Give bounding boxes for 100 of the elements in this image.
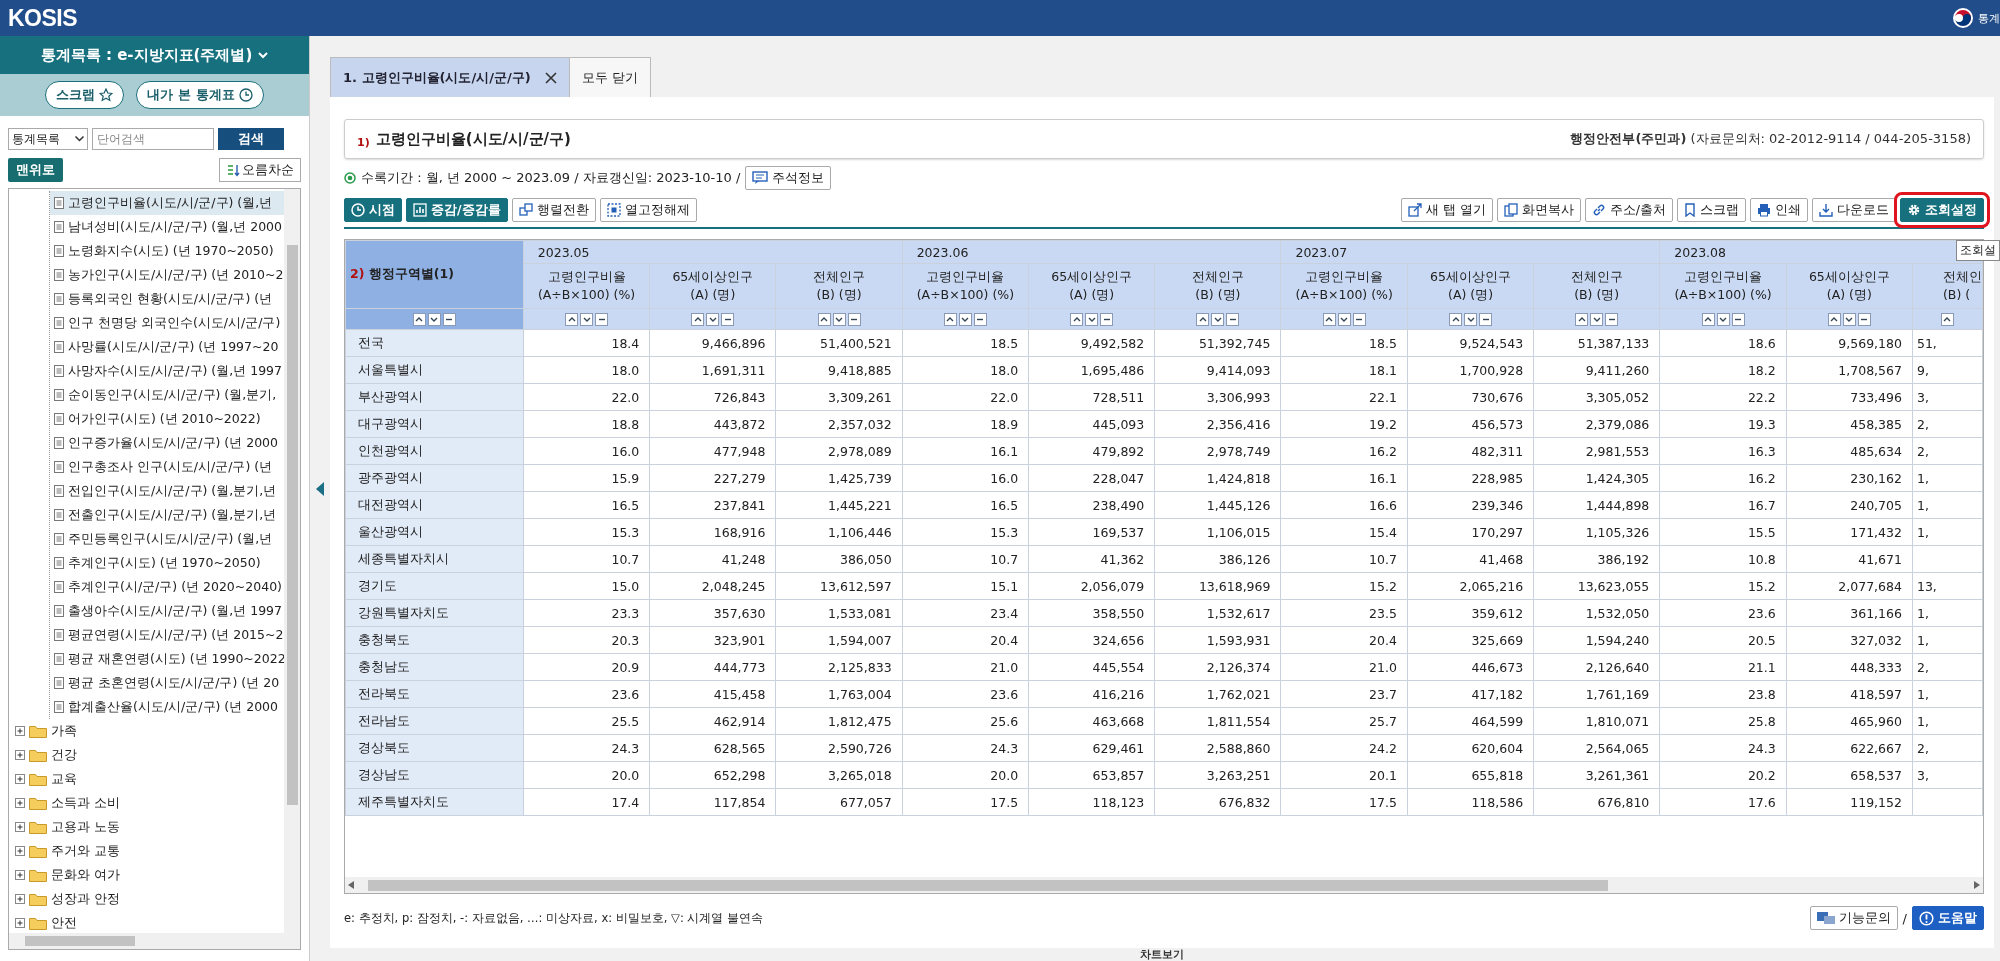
sort-down-button[interactable] — [1211, 312, 1225, 326]
sort-reset-button[interactable] — [1731, 312, 1745, 326]
tree-item[interactable]: 등록외국인 현황(시도/시/군/구) (년 — [50, 287, 284, 311]
search-field[interactable]: 단어검색 — [92, 128, 214, 150]
sort-reset-button[interactable] — [442, 312, 456, 326]
table-cell: 10.7 — [902, 545, 1029, 573]
tree-item[interactable]: 노령화지수(시도) (년 1970~2050) — [50, 239, 284, 263]
tree-item[interactable]: 인구증가율(시도/시/군/구) (년 2000 — [50, 431, 284, 455]
sort-up-button[interactable] — [1827, 312, 1841, 326]
sort-reset-button[interactable] — [595, 312, 609, 326]
tree-folder[interactable]: 소득과 소비 — [9, 791, 284, 815]
sort-down-button[interactable] — [1590, 312, 1604, 326]
sort-down-button[interactable] — [580, 312, 594, 326]
tree-item[interactable]: 합계출산율(시도/시/군/구) (년 2000 — [50, 695, 284, 719]
vertical-scrollbar[interactable] — [284, 189, 300, 933]
tree-folder[interactable]: 교육 — [9, 767, 284, 791]
toolbar-button[interactable]: 새 탭 열기 — [1400, 198, 1493, 222]
tree-item[interactable]: 어가인구(시도) (년 2010~2022) — [50, 407, 284, 431]
sort-reset-button[interactable] — [973, 312, 987, 326]
chart-toggle[interactable]: 차트보기 — [1140, 948, 1184, 961]
sort-up-button[interactable] — [1575, 312, 1589, 326]
tree-item[interactable]: 평균 초혼연령(시도/시/군/구) (년 20 — [50, 671, 284, 695]
sort-up-button[interactable] — [1070, 312, 1084, 326]
tree-item[interactable]: 주민등록인구(시도/시/군/구) (월,년 — [50, 527, 284, 551]
sort-down-button[interactable] — [427, 312, 441, 326]
sort-reset-button[interactable] — [1352, 312, 1366, 326]
tab[interactable]: 1. 고령인구비율(시도/시/군/구) — [330, 57, 570, 97]
tree-item[interactable]: 남녀성비(시도/시/군/구) (월,년 2000 — [50, 215, 284, 239]
sort-up-button[interactable] — [943, 312, 957, 326]
horizontal-scrollbar[interactable] — [9, 933, 300, 949]
horizontal-scrollbar[interactable] — [345, 877, 1983, 893]
sort-reset-button[interactable] — [1226, 312, 1240, 326]
tree-folder[interactable]: 주거와 교통 — [9, 839, 284, 863]
sort-down-button[interactable] — [958, 312, 972, 326]
tree-item[interactable]: 전입인구(시도/시/군/구) (월,분기,년 — [50, 479, 284, 503]
sort-up-button[interactable] — [412, 312, 426, 326]
toolbar-button[interactable]: 다운로드 — [1812, 198, 1896, 222]
toolbar-button[interactable]: 스크랩 — [1677, 198, 1746, 222]
sort-down-button[interactable] — [1716, 312, 1730, 326]
sort-up-button[interactable] — [1196, 312, 1210, 326]
notes-button[interactable]: 주석정보 — [745, 166, 832, 190]
tree-item[interactable]: 순이동인구(시도/시/군/구) (월,분기, — [50, 383, 284, 407]
toolbar-button[interactable]: 시점 — [344, 198, 402, 222]
sort-down-button[interactable] — [1842, 312, 1856, 326]
sort-up-button[interactable] — [1322, 312, 1336, 326]
inquiry-button[interactable]: 기능문의 — [1809, 906, 1898, 930]
tree-folder[interactable]: 문화와 여가 — [9, 863, 284, 887]
tree-item[interactable]: 고령인구비율(시도/시/군/구) (월,년 — [50, 191, 284, 215]
toolbar-button[interactable]: 열고정해제 — [599, 198, 697, 222]
sort-up-button[interactable] — [1701, 312, 1715, 326]
top-button[interactable]: 맨위로 — [8, 158, 63, 182]
toolbar-button[interactable]: 증감/증감률 — [406, 198, 508, 222]
tree-folder[interactable]: 안전 — [9, 911, 284, 933]
sort-reset-button[interactable] — [721, 312, 735, 326]
tree-folder[interactable]: 성장과 안정 — [9, 887, 284, 911]
search-button[interactable]: 검색 — [218, 128, 284, 150]
sort-up-button[interactable] — [1940, 312, 1954, 326]
table-cell: 18.4 — [523, 329, 650, 357]
tree-folder[interactable]: 고용과 노동 — [9, 815, 284, 839]
tree-item[interactable]: 추계인구(시도) (년 1970~2050) — [50, 551, 284, 575]
tree-item[interactable]: 인구 천명당 외국인수(시도/시/군/구) — [50, 311, 284, 335]
catalog-title[interactable]: 통계목록 : e-지방지표(주제별) — [40, 45, 253, 65]
tree-item[interactable]: 평균연령(시도/시/군/구) (년 2015~2 — [50, 623, 284, 647]
tree-folder[interactable]: 건강 — [9, 743, 284, 767]
tree-item[interactable]: 출생아수(시도/시/군/구) (월,년 1997 — [50, 599, 284, 623]
tree-item[interactable]: 평균 재혼연령(시도) (년 1990~2022 — [50, 647, 284, 671]
region-cell: 세종특별자치시 — [345, 545, 524, 573]
sort-down-button[interactable] — [1337, 312, 1351, 326]
toolbar-button[interactable]: 행렬전환 — [511, 198, 596, 222]
category-select[interactable]: 통계목록 — [8, 128, 88, 150]
toolbar-button[interactable]: 인쇄 — [1750, 198, 1808, 222]
sort-down-button[interactable] — [832, 312, 846, 326]
toolbar-button[interactable]: 화면복사 — [1496, 198, 1581, 222]
sort-up-button[interactable] — [1449, 312, 1462, 326]
sort-down-button[interactable] — [1464, 312, 1477, 326]
sort-down-button[interactable] — [706, 312, 720, 326]
sort-reset-button[interactable] — [847, 312, 861, 326]
toolbar-button[interactable]: 주소/출처 — [1584, 198, 1673, 222]
tree-folder[interactable]: 가족 — [9, 719, 284, 743]
tree-item[interactable]: 추계인구(시/군/구) (년 2020~2040) — [50, 575, 284, 599]
tree-item[interactable]: 사망률(시도/시/군/구) (년 1997~20 — [50, 335, 284, 359]
sort-up-button[interactable] — [565, 312, 579, 326]
sort-up-button[interactable] — [817, 312, 831, 326]
help-button[interactable]: 도움말 — [1912, 906, 1984, 930]
close-all-button[interactable]: 모두 닫기 — [569, 57, 651, 97]
tree-item[interactable]: 사망자수(시도/시/군/구) (월,년 1997 — [50, 359, 284, 383]
sort-reset-button[interactable] — [1479, 312, 1492, 326]
sidebar-button[interactable]: 내가 본 통계표 — [136, 81, 264, 109]
sort-button[interactable]: 오름차순 — [219, 158, 301, 182]
sort-reset-button[interactable] — [1100, 312, 1114, 326]
sort-reset-button[interactable] — [1857, 312, 1871, 326]
sort-down-button[interactable] — [1085, 312, 1099, 326]
sort-up-button[interactable] — [691, 312, 705, 326]
logo[interactable]: KOSIS — [8, 4, 78, 32]
row-header[interactable]: 2) 행정구역별(1) — [345, 240, 524, 309]
tree-item[interactable]: 인구총조사 인구(시도/시/군/구) (년 — [50, 455, 284, 479]
tree-item[interactable]: 농가인구(시도/시/군/구) (년 2010~2 — [50, 263, 284, 287]
tree-item[interactable]: 전출인구(시도/시/군/구) (월,분기,년 — [50, 503, 284, 527]
sidebar-button[interactable]: 스크랩 — [45, 81, 125, 109]
sort-reset-button[interactable] — [1605, 312, 1619, 326]
